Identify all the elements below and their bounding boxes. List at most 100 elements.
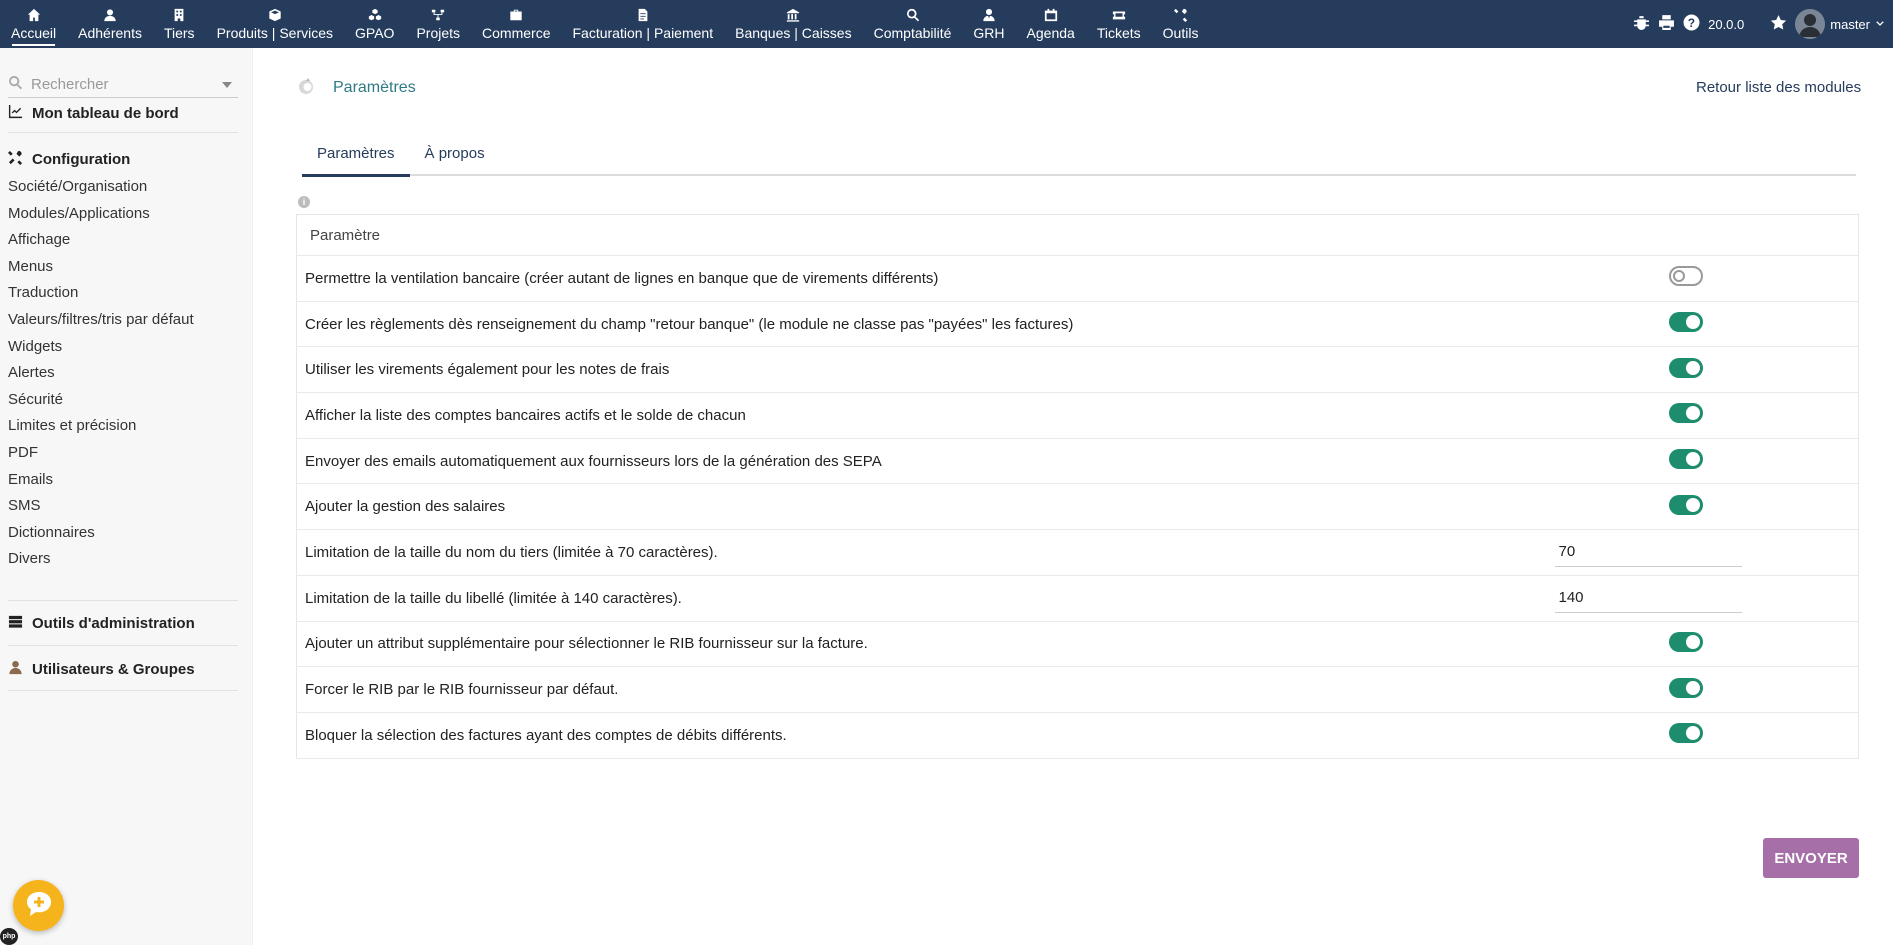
sidebar-link-widgets[interactable]: Widgets <box>0 334 240 361</box>
sidebar-item-dashboard[interactable]: Mon tableau de bord <box>0 102 240 124</box>
avatar <box>1795 9 1826 39</box>
param-value-cell <box>1538 346 1859 394</box>
topnav-item-outils[interactable]: Outils <box>1152 0 1210 48</box>
sidebar-link-securite[interactable]: Sécurité <box>0 387 240 414</box>
page-title: Paramètres <box>333 79 416 96</box>
table-row: Créer les règlements dès renseignement d… <box>296 301 1859 348</box>
column-header-parametre: Paramètre <box>296 214 1859 256</box>
sitemap-icon <box>431 7 445 23</box>
user-menu[interactable]: master <box>1795 9 1885 39</box>
toggle-switch-on[interactable] <box>1668 357 1703 378</box>
sidebar-item-label: Configuration <box>32 150 131 168</box>
sidebar-link-pdf[interactable]: PDF <box>0 440 240 467</box>
briefcase-icon <box>509 7 523 23</box>
toggle-switch-on[interactable] <box>1668 494 1703 515</box>
help-icon[interactable]: ? <box>1683 14 1700 34</box>
sidebar-link-affichage[interactable]: Affichage <box>0 227 240 254</box>
bookmark-star-icon[interactable] <box>1770 14 1787 34</box>
user-tie-icon <box>982 7 996 23</box>
sidebar: Mon tableau de bord Configuration Sociét… <box>0 48 253 945</box>
param-value-cell <box>1538 529 1859 576</box>
param-label: Afficher la liste des comptes bancaires … <box>296 392 1539 439</box>
menu-configuration: Configuration Société/Organisation Modul… <box>0 148 240 573</box>
bug-icon[interactable] <box>1633 14 1650 34</box>
table-row: Limitation de la taille du libellé (limi… <box>296 575 1859 622</box>
topnav-item-agenda[interactable]: Agenda <box>1016 0 1086 48</box>
print-icon[interactable] <box>1658 14 1675 34</box>
toggle-switch-on[interactable] <box>1668 449 1703 470</box>
toggle-switch-on[interactable] <box>1668 677 1703 698</box>
bank-icon <box>786 7 800 23</box>
sidebar-link-dictionnaires[interactable]: Dictionnaires <box>0 520 240 547</box>
topnav-item-gpao[interactable]: GPAO <box>344 0 405 48</box>
topnav-item-tickets[interactable]: Tickets <box>1086 0 1152 48</box>
topnav-label: Agenda <box>1026 25 1075 41</box>
toggle-switch-on[interactable] <box>1668 723 1703 744</box>
submit-button[interactable]: ENVOYER <box>1763 838 1859 878</box>
topnav-item-banques[interactable]: Banques | Caisses <box>724 0 862 48</box>
home-icon <box>27 7 41 23</box>
topnav-item-comptabilite[interactable]: Comptabilité <box>863 0 963 48</box>
toggle-switch-on[interactable] <box>1668 403 1703 424</box>
topnav-item-adherents[interactable]: Adhérents <box>67 0 153 48</box>
sidebar-item-configuration[interactable]: Configuration <box>0 148 240 170</box>
max-thirdparty-name-input[interactable] <box>1554 537 1742 568</box>
topnav-label: Accueil <box>11 25 57 41</box>
search-input[interactable] <box>31 76 211 93</box>
sidebar-link-divers[interactable]: Divers <box>0 546 240 573</box>
param-value-cell <box>1538 621 1859 668</box>
tab-parametres[interactable]: Paramètres <box>302 132 410 177</box>
sidebar-item-users-groups[interactable]: Utilisateurs & Groupes <box>0 658 240 680</box>
param-value-cell <box>1538 483 1859 531</box>
calendar-icon <box>1044 7 1058 23</box>
table-row: Ajouter la gestion des salaires <box>296 483 1859 531</box>
chat-widget-button[interactable] <box>13 880 64 931</box>
param-label: Créer les règlements dès renseignement d… <box>296 301 1539 348</box>
top-bar: Accueil Adhérents Tiers Produits | Servi… <box>0 0 1893 48</box>
chat-bubble-icon <box>24 889 54 923</box>
topnav-item-projets[interactable]: Projets <box>405 0 471 48</box>
info-icon[interactable]: i <box>298 196 310 208</box>
user-icon <box>8 660 32 679</box>
topnav-item-grh[interactable]: GRH <box>962 0 1015 48</box>
divider <box>8 645 238 646</box>
tab-a-propos[interactable]: À propos <box>410 132 500 176</box>
module-logo-icon <box>296 76 316 100</box>
topnav-item-tiers[interactable]: Tiers <box>153 0 206 48</box>
topnav-item-commerce[interactable]: Commerce <box>471 0 561 48</box>
divider <box>8 132 238 133</box>
back-to-modules-link[interactable]: Retour liste des modules <box>1696 79 1861 96</box>
sidebar-search[interactable] <box>8 72 238 98</box>
sidebar-link-valeurs-defaut[interactable]: Valeurs/filtres/tris par défaut <box>0 307 240 334</box>
page-header: Paramètres <box>296 76 416 100</box>
toggle-switch-on[interactable] <box>1668 312 1703 333</box>
table-row: Ajouter un attribut supplémentaire pour … <box>296 621 1859 668</box>
ticket-icon <box>1112 7 1126 23</box>
max-label-length-input[interactable] <box>1554 583 1742 614</box>
param-value-cell <box>1538 392 1859 439</box>
topnav-label: GPAO <box>355 25 395 41</box>
dropdown-caret-icon[interactable] <box>222 81 232 88</box>
sidebar-link-alertes[interactable]: Alertes <box>0 360 240 387</box>
cube-icon <box>268 7 282 23</box>
sidebar-link-modules[interactable]: Modules/Applications <box>0 201 240 228</box>
sidebar-link-emails[interactable]: Emails <box>0 467 240 494</box>
menu-users-groups: Utilisateurs & Groupes <box>0 658 240 680</box>
topnav-label: GRH <box>973 25 1005 41</box>
sidebar-link-traduction[interactable]: Traduction <box>0 280 240 307</box>
topnav-item-produits-services[interactable]: Produits | Services <box>206 0 344 48</box>
sidebar-link-societe[interactable]: Société/Organisation <box>0 174 240 201</box>
sidebar-link-limites[interactable]: Limites et précision <box>0 413 240 440</box>
php-debug-badge[interactable]: php <box>0 928 18 945</box>
param-label: Permettre la ventilation bancaire (créer… <box>296 255 1539 302</box>
sidebar-link-sms[interactable]: SMS <box>0 493 240 520</box>
topnav-label: Adhérents <box>78 25 142 41</box>
svg-text:?: ? <box>1688 17 1695 30</box>
topnav-label: Tickets <box>1096 25 1141 41</box>
topnav-item-facturation[interactable]: Facturation | Paiement <box>562 0 725 48</box>
toggle-switch-on[interactable] <box>1668 631 1703 652</box>
sidebar-item-admin-tools[interactable]: Outils d'administration <box>0 612 240 634</box>
sidebar-link-menus[interactable]: Menus <box>0 254 240 281</box>
topnav-item-accueil[interactable]: Accueil <box>0 0 67 48</box>
toggle-switch-off[interactable] <box>1668 266 1703 287</box>
